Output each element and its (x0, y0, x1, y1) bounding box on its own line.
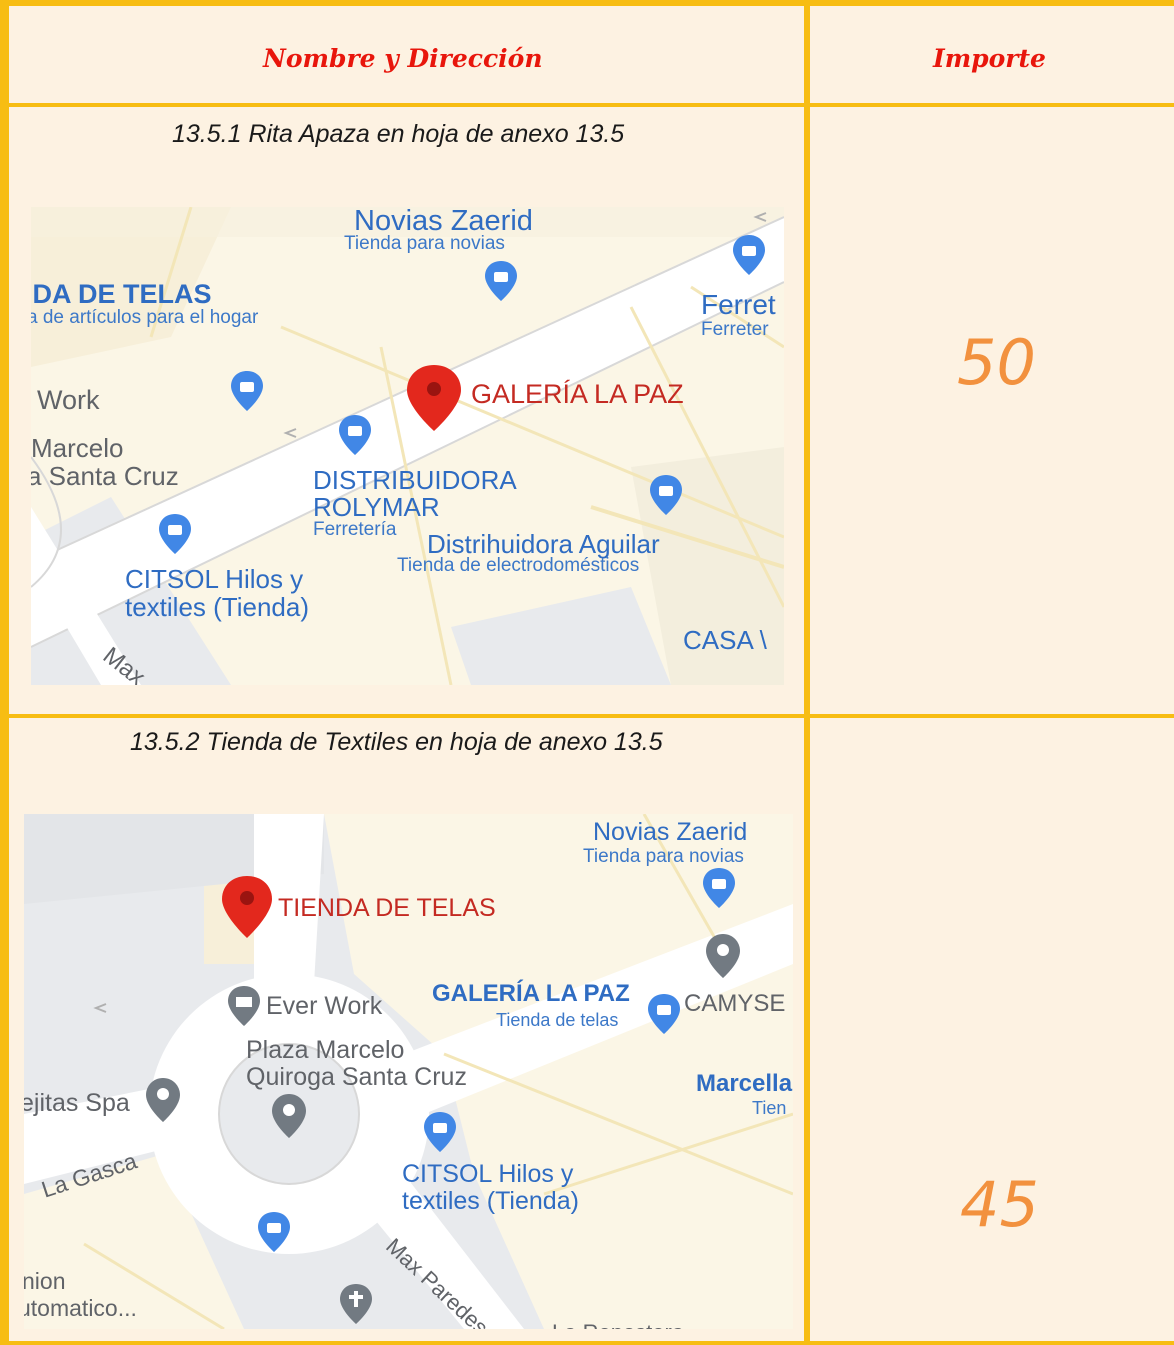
map-label: Work (37, 385, 100, 415)
place-pin-icon (272, 1094, 306, 1138)
map-label: nion (24, 1268, 66, 1294)
map-label: IDA DE TELAS (31, 279, 212, 309)
table-left-border (0, 0, 9, 1345)
shopping-pin-icon (339, 415, 371, 455)
column-divider (804, 0, 810, 1345)
map-label: Ferreter (701, 319, 769, 340)
map-label: Tienda de electrodomésticos (397, 555, 640, 576)
row2-caption: 13.5.2 Tienda de Textiles en hoja de ane… (130, 728, 663, 756)
map-label: utomatico... (24, 1295, 137, 1321)
place-pin-icon (706, 934, 740, 978)
row1-caption: 13.5.1 Rita Apaza en hoja de anexo 13.5 (172, 120, 625, 148)
row1-amount: 50 (957, 326, 1036, 399)
map-label: CITSOL Hilos y (125, 564, 304, 594)
map-label: textiles (Tienda) (402, 1187, 579, 1215)
header-amount: Importe (933, 44, 1046, 73)
map-label: Tienda para novias (583, 846, 744, 867)
map-label: Tienda para novias (344, 233, 505, 254)
museum-pin-icon (228, 986, 260, 1026)
map-label: a Santa Cruz (31, 461, 179, 491)
shopping-pin-icon (485, 261, 517, 301)
map-label: Ferret (701, 289, 776, 320)
payments-table: Nombre y Dirección Importe 13.5.1 Rita A… (0, 0, 1174, 1345)
map-label: a de artículos para el hogar (31, 307, 259, 328)
row1-bottom-border (0, 714, 1174, 718)
map-label: Ever Work (266, 992, 383, 1020)
location-pin-icon (222, 876, 272, 938)
shopping-pin-icon (703, 868, 735, 908)
shopping-pin-icon (648, 994, 680, 1034)
map-label: textiles (Tienda) (125, 592, 309, 622)
header-name-address: Nombre y Dirección (263, 44, 543, 73)
church-pin-icon (340, 1284, 372, 1324)
map-label: Plaza Marcelo (246, 1036, 405, 1064)
row1-map-image: Novias Zaerid Tienda para novias IDA DE … (31, 207, 784, 685)
map-label: Tien (752, 1098, 787, 1118)
shopping-pin-icon (231, 371, 263, 411)
map-label: CITSOL Hilos y (402, 1160, 574, 1188)
map-label: CAMYSE (684, 990, 786, 1017)
row2-amount: 45 (960, 1168, 1039, 1241)
map-label: Marcella (696, 1070, 793, 1097)
map-label: GALERÍA LA PAZ (432, 980, 630, 1007)
shopping-pin-icon (424, 1112, 456, 1152)
map-label: Ferretería (313, 519, 397, 540)
map-label: GALERÍA LA PAZ (471, 379, 684, 409)
table-bottom-border (0, 1341, 1174, 1345)
place-pin-icon (146, 1078, 180, 1122)
map-label: La Repostera (552, 1320, 684, 1329)
shopping-pin-icon (733, 235, 765, 275)
map-label: CASA \ (683, 625, 767, 655)
map-label: TIENDA DE TELAS (278, 894, 496, 922)
map-label: ejitas Spa (24, 1089, 130, 1117)
map-label: Tienda de telas (496, 1010, 619, 1030)
row2-map-image: Novias Zaerid Tienda para novias TIENDA … (24, 814, 793, 1329)
shopping-pin-icon (650, 475, 682, 515)
shopping-pin-icon (159, 514, 191, 554)
map-label: Novias Zaerid (593, 818, 748, 846)
shopping-pin-icon (258, 1212, 290, 1252)
header-bottom-border (0, 103, 1174, 107)
location-pin-icon (407, 365, 461, 431)
map-label: Marcelo (31, 433, 124, 463)
table-top-border (0, 0, 1174, 6)
map-label: Quiroga Santa Cruz (246, 1063, 467, 1091)
